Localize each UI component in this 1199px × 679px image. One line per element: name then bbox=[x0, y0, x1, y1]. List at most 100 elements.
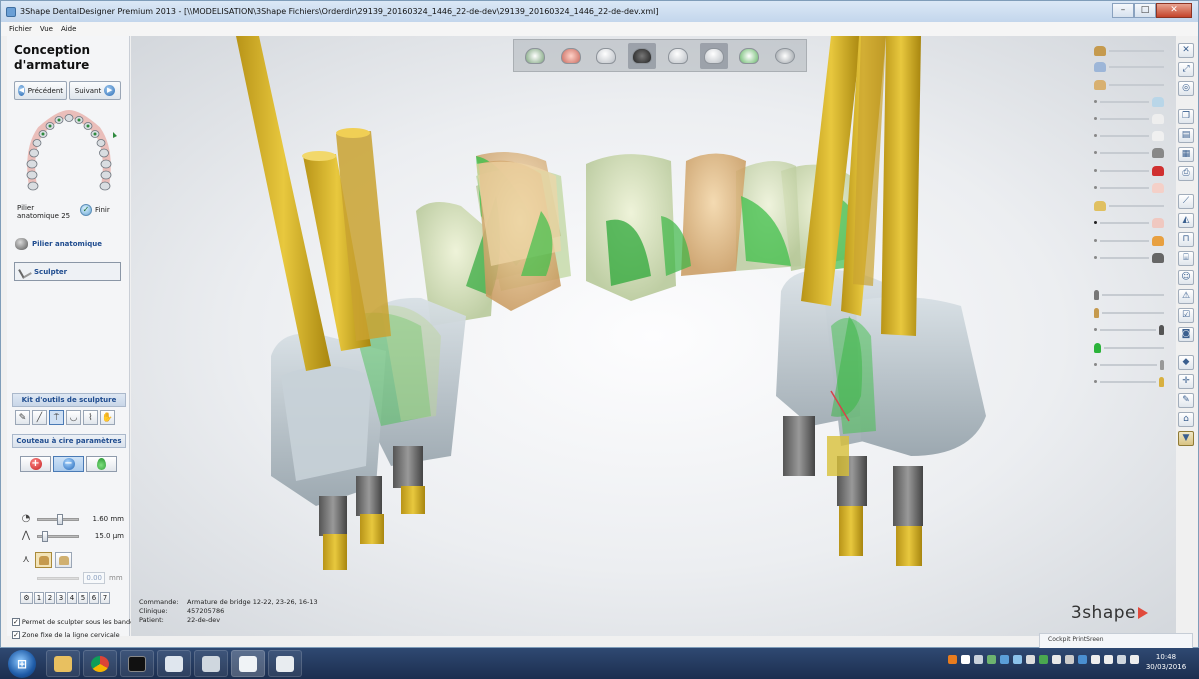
disc-icon[interactable] bbox=[771, 43, 799, 69]
slider-track[interactable] bbox=[1100, 328, 1156, 331]
preset-1-button[interactable]: 1 bbox=[34, 592, 44, 604]
previous-button[interactable]: ◀ Précédent bbox=[14, 81, 67, 100]
slider-row-1[interactable] bbox=[1094, 43, 1164, 58]
slider-row-6[interactable] bbox=[1094, 128, 1164, 143]
radius-slider[interactable] bbox=[37, 513, 79, 525]
offset-slider[interactable] bbox=[37, 576, 79, 580]
fixed-cervical-zone-option[interactable]: ✓ Zone fixe de la ligne cervicale bbox=[12, 631, 132, 639]
tray-icon[interactable] bbox=[948, 655, 957, 664]
menu-view[interactable]: Vue bbox=[40, 25, 53, 33]
taskbar-chrome[interactable] bbox=[83, 650, 117, 677]
menu-file[interactable]: Fichier bbox=[9, 25, 32, 33]
profile-icon[interactable]: ⊓ bbox=[1178, 232, 1194, 247]
measure-icon[interactable]: ⟋ bbox=[1178, 194, 1194, 209]
tray-icon[interactable] bbox=[1052, 655, 1061, 664]
fit-view-icon[interactable]: ⤢ bbox=[1178, 62, 1194, 77]
volume-icon[interactable] bbox=[1130, 655, 1139, 664]
slider-row-14[interactable] bbox=[1094, 287, 1164, 302]
slider-track[interactable] bbox=[1109, 83, 1164, 86]
slider-row-11[interactable] bbox=[1094, 215, 1164, 230]
taskbar-explorer[interactable] bbox=[46, 650, 80, 677]
tooth-mode-button[interactable] bbox=[35, 552, 52, 568]
axis-icon[interactable]: ✛ bbox=[1178, 374, 1194, 389]
spatula-tool-button[interactable]: ⌇ bbox=[83, 410, 98, 425]
sculpt-button[interactable]: Sculpter bbox=[14, 262, 121, 281]
slider-track[interactable] bbox=[1100, 169, 1149, 172]
slider-row-13[interactable] bbox=[1094, 250, 1164, 265]
wax-knife-button[interactable]: ⍑ bbox=[49, 410, 64, 425]
taskbar-dental-2[interactable] bbox=[194, 650, 228, 677]
slider-track[interactable] bbox=[1109, 65, 1164, 68]
slider-track[interactable] bbox=[1100, 151, 1149, 154]
preset-3-button[interactable]: 3 bbox=[56, 592, 66, 604]
check-tooth-icon[interactable] bbox=[735, 43, 763, 69]
slider-row-16[interactable] bbox=[1094, 322, 1164, 337]
taskbar-dental-designer[interactable] bbox=[231, 650, 265, 677]
section-icon[interactable]: ◭ bbox=[1178, 213, 1194, 228]
slider-track[interactable] bbox=[1109, 49, 1164, 52]
slider-row-10[interactable] bbox=[1094, 198, 1164, 213]
tooth-icon[interactable] bbox=[592, 43, 620, 69]
tray-icon[interactable] bbox=[1013, 655, 1022, 664]
slider-track[interactable] bbox=[1109, 204, 1164, 207]
slider-track[interactable] bbox=[1102, 293, 1164, 296]
slider-track[interactable] bbox=[1100, 256, 1149, 259]
slider-row-8[interactable] bbox=[1094, 163, 1164, 178]
battery-icon[interactable] bbox=[1117, 655, 1126, 664]
slider-row-7[interactable] bbox=[1094, 145, 1164, 160]
stamp-icon[interactable]: ⌂ bbox=[1178, 412, 1194, 427]
3d-viewport[interactable]: Commande: Armature de bridge 12-22, 23-26… bbox=[131, 36, 1176, 636]
layers-icon[interactable]: ▤ bbox=[1178, 128, 1194, 143]
slider-track[interactable] bbox=[1100, 186, 1149, 189]
brush-tool-button[interactable]: ✎ bbox=[15, 410, 30, 425]
slider-track[interactable] bbox=[1100, 221, 1149, 224]
offset-value[interactable]: 0.00 bbox=[83, 572, 105, 584]
tray-icon[interactable] bbox=[1039, 655, 1048, 664]
slider-track[interactable] bbox=[1100, 100, 1149, 103]
smooth-mode-button[interactable] bbox=[86, 456, 117, 472]
tray-icon[interactable] bbox=[1000, 655, 1009, 664]
taskbar-console[interactable] bbox=[120, 650, 154, 677]
shield-icon[interactable]: ▼ bbox=[1178, 431, 1194, 446]
install-icon[interactable] bbox=[521, 43, 549, 69]
print-icon[interactable]: ⎙ bbox=[1178, 166, 1194, 181]
taskbar-dental-1[interactable] bbox=[157, 650, 191, 677]
taskbar-dental-3[interactable] bbox=[268, 650, 302, 677]
remove-mode-button[interactable]: − bbox=[53, 456, 84, 472]
anatomic-abutment-link[interactable]: Pilier anatomique bbox=[15, 238, 102, 250]
next-button[interactable]: Suivant ▶ bbox=[69, 81, 121, 100]
tray-icon[interactable] bbox=[974, 655, 983, 664]
preset-2-button[interactable]: 2 bbox=[45, 592, 55, 604]
add-mode-button[interactable]: + bbox=[20, 456, 51, 472]
cup-tool-button[interactable]: ◡ bbox=[66, 410, 81, 425]
slider-track[interactable] bbox=[1100, 380, 1156, 383]
face-icon[interactable]: ☺ bbox=[1178, 270, 1194, 285]
preset-settings-button[interactable]: ⚙ bbox=[20, 592, 33, 604]
slider-track[interactable] bbox=[1100, 134, 1149, 137]
start-button[interactable]: ⊞ bbox=[8, 649, 36, 678]
slider-row-18[interactable] bbox=[1094, 357, 1164, 372]
rotate-icon[interactable]: ◎ bbox=[1178, 81, 1194, 96]
slider-track[interactable] bbox=[1100, 117, 1149, 120]
sculpt-under-bands-checkbox[interactable]: ✓ bbox=[12, 618, 20, 626]
preset-6-button[interactable]: 6 bbox=[89, 592, 99, 604]
slider-row-4[interactable] bbox=[1094, 94, 1164, 109]
diamond-icon[interactable]: ◆ bbox=[1178, 355, 1194, 370]
gum-icon[interactable] bbox=[557, 43, 585, 69]
knife-params-header[interactable]: Couteau à cire paramètres bbox=[12, 434, 126, 448]
preset-7-button[interactable]: 7 bbox=[100, 592, 110, 604]
preset-4-button[interactable]: 4 bbox=[67, 592, 77, 604]
jaw-icon[interactable] bbox=[628, 42, 657, 69]
slider-track[interactable] bbox=[1104, 346, 1164, 349]
warning-icon[interactable]: ⚠ bbox=[1178, 289, 1194, 304]
tray-icon[interactable] bbox=[1026, 655, 1035, 664]
bridge-icon[interactable] bbox=[699, 42, 728, 69]
tray-icon[interactable] bbox=[961, 655, 970, 664]
line-tool-button[interactable]: ╱ bbox=[32, 410, 47, 425]
clock[interactable]: 10:48 30/03/2016 bbox=[1143, 652, 1189, 672]
hand-tool-button[interactable]: ✋ bbox=[100, 410, 115, 425]
slider-row-3[interactable] bbox=[1094, 77, 1164, 92]
toolkit-header[interactable]: Kit d'outils de sculpture bbox=[12, 393, 126, 407]
tooth-check-icon[interactable]: ☑ bbox=[1178, 308, 1194, 323]
pen-icon[interactable]: ✎ bbox=[1178, 393, 1194, 408]
